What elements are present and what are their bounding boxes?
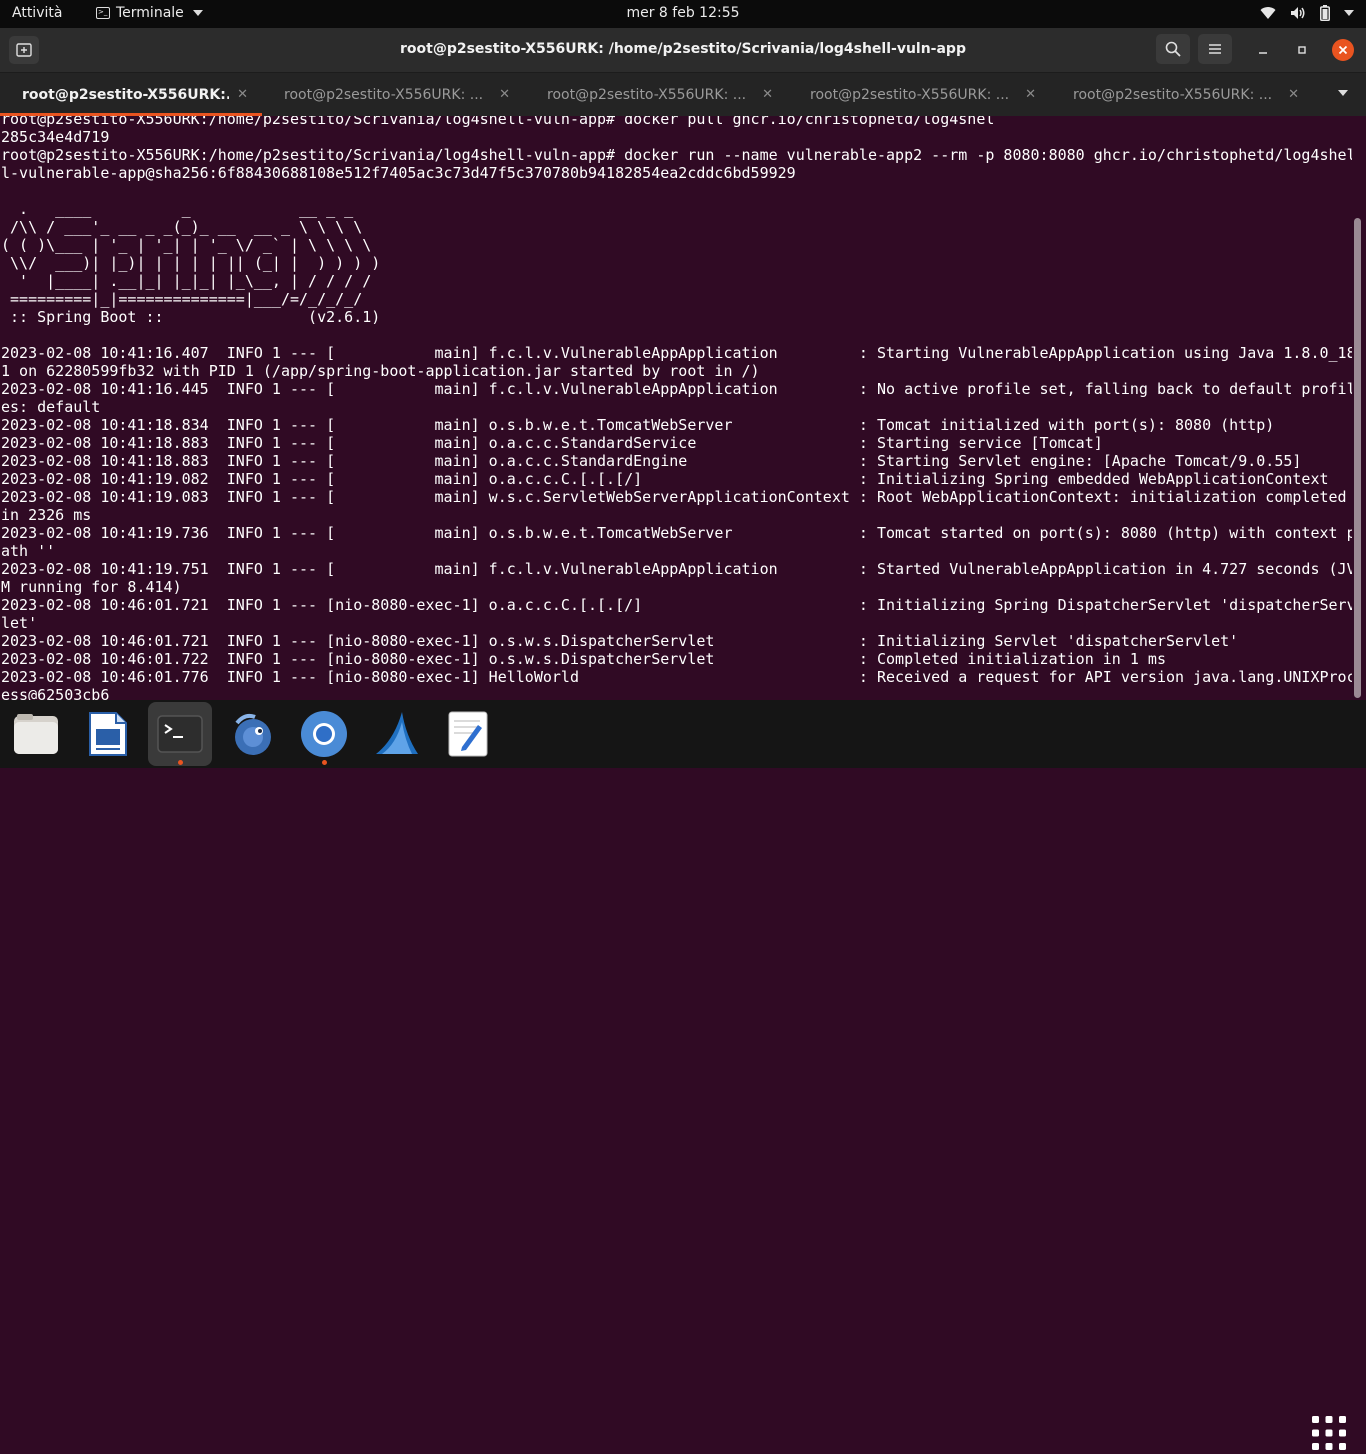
show-applications-button[interactable] [1312,1416,1346,1450]
terminal-icon [157,715,203,753]
libreoffice-impress-icon [89,712,127,756]
maximize-button[interactable] [1292,40,1312,60]
show-applications-icon [1312,1416,1346,1450]
close-button[interactable] [1332,39,1354,61]
terminal-line: 2023-02-08 10:41:16.407 INFO 1 --- [ mai… [1,344,1352,362]
gnome-top-bar: Attività >_ Terminale mer 8 feb 12:55 [0,0,1366,28]
terminal-line: \\/ ___)| |_)| | | | | || (_| | ) ) ) ) [1,254,381,272]
terminal-line: 2023-02-08 10:41:18.883 INFO 1 --- [ mai… [1,452,1302,470]
clock[interactable]: mer 8 feb 12:55 [626,5,739,21]
dock [0,700,1366,1450]
terminal-text: root@p2sestito-X556URK:/home/p2sestito/S… [0,116,1352,700]
dock-files[interactable] [12,710,60,758]
tab-2[interactable]: root@p2sestito-X556URK: ... ✕ [262,73,524,116]
tab-label: root@p2sestito-X556URK:... [22,86,230,103]
tabs-menu-chevron-icon[interactable] [1338,90,1348,96]
tab-close-icon[interactable]: ✕ [762,87,773,102]
files-icon [14,714,58,754]
terminal-line: 2023-02-08 10:41:19.083 INFO 1 --- [ mai… [1,488,1347,506]
running-indicator [178,760,183,765]
terminal-output[interactable]: root@p2sestito-X556URK:/home/p2sestito/S… [0,116,1352,700]
dock-text-editor[interactable] [444,710,492,758]
menu-caret-icon [1344,10,1354,16]
terminal-headerbar: root@p2sestito-X556URK: /home/p2sestito/… [0,28,1366,72]
tab-close-icon[interactable]: ✕ [237,87,248,102]
terminal-line: ' |____| .__|_| |_|_| |_\__, | / / / / [1,272,372,290]
system-tray[interactable] [1260,5,1354,21]
terminal-line: 2023-02-08 10:46:01.721 INFO 1 --- [nio-… [1,596,1352,614]
maximize-icon [1298,46,1306,54]
minimize-icon [1259,52,1267,54]
tab-1[interactable]: root@p2sestito-X556URK:... ✕ [0,73,262,116]
terminal-line: let' [1,614,38,632]
terminal-line: 2023-02-08 10:41:19.751 INFO 1 --- [ mai… [1,560,1352,578]
terminal-line: es: default [1,398,101,416]
search-button[interactable] [1156,34,1190,64]
tab-label: root@p2sestito-X556URK: ... [547,86,747,103]
battery-icon [1320,5,1330,21]
terminal-scrollbar[interactable] [1354,218,1361,698]
close-icon [1338,45,1348,55]
terminal-line: 2023-02-08 10:46:01.776 INFO 1 --- [nio-… [1,668,1352,686]
terminal-line: 2023-02-08 10:41:16.445 INFO 1 --- [ mai… [1,380,1352,398]
tab-close-icon[interactable]: ✕ [1025,87,1036,102]
terminal-line: root@p2sestito-X556URK:/home/p2sestito/S… [1,146,1352,164]
menu-button[interactable] [1198,34,1232,64]
terminal-line: l-vulnerable-app@sha256:6f88430688108e51… [1,164,796,182]
dock-wireshark[interactable] [372,710,420,758]
terminal-line: 2023-02-08 10:41:18.834 INFO 1 --- [ mai… [1,416,1275,434]
chromium-icon [301,711,347,757]
wireshark-icon [376,712,418,754]
dock-libreoffice-impress[interactable] [84,710,132,758]
dock-terminal[interactable] [156,710,204,758]
terminal-line: M running for 8.414) [1,578,182,596]
terminal-line: ess@62503cb6 [1,686,110,700]
terminal-line: in 2326 ms [1,506,92,524]
tab-close-icon[interactable]: ✕ [499,87,510,102]
terminal-line: 2023-02-08 10:46:01.721 INFO 1 --- [nio-… [1,632,1239,650]
tab-3[interactable]: root@p2sestito-X556URK: ... ✕ [525,73,787,116]
terminal-line: 2023-02-08 10:41:18.883 INFO 1 --- [ mai… [1,434,1103,452]
text-editor-icon [448,711,488,757]
tab-close-icon[interactable]: ✕ [1288,87,1299,102]
hamburger-menu-icon [1209,44,1221,54]
terminal-line: =========|_|==============|___/=/_/_/_/ [1,290,363,308]
volume-icon [1291,7,1305,19]
tab-label: root@p2sestito-X556URK: ... [810,86,1010,103]
wifi-icon [1260,7,1276,20]
terminal-line: root@p2sestito-X556URK:/home/p2sestito/S… [1,116,995,128]
terminal-line: /\\ / ___'_ __ _ _(_)_ __ __ _ \ \ \ \ [1,218,363,236]
tab-5[interactable]: root@p2sestito-X556URK: ... ✕ [1051,73,1313,116]
terminal-line: :: Spring Boot :: (v2.6.1) [1,308,381,326]
terminal-line: 285c34e4d719 [1,128,110,146]
tab-label: root@p2sestito-X556URK: ... [1073,86,1273,103]
terminal-line: ( ( )\___ | '_ | '_| | '_ \/ _` | \ \ \ … [1,236,372,254]
terminal-line: 1 on 62280599fb32 with PID 1 (/app/sprin… [1,362,760,380]
terminal-line: 2023-02-08 10:46:01.722 INFO 1 --- [nio-… [1,650,1166,668]
dock-gnome-theme[interactable] [228,710,276,758]
terminal-line: ath '' [1,542,56,560]
gnome-theme-icon [235,713,271,755]
tab-bar: root@p2sestito-X556URK:... ✕ root@p2sest… [0,72,1366,116]
dock-chromium[interactable] [300,710,348,758]
tab-4[interactable]: root@p2sestito-X556URK: ... ✕ [788,73,1050,116]
terminal-line: . ____ _ __ _ _ [1,200,354,218]
terminal-line: 2023-02-08 10:41:19.082 INFO 1 --- [ mai… [1,470,1329,488]
search-icon [1165,41,1181,57]
terminal-line: 2023-02-08 10:41:19.736 INFO 1 --- [ mai… [1,524,1352,542]
running-indicator [322,760,327,765]
minimize-button[interactable] [1253,40,1273,60]
tab-label: root@p2sestito-X556URK: ... [284,86,484,103]
